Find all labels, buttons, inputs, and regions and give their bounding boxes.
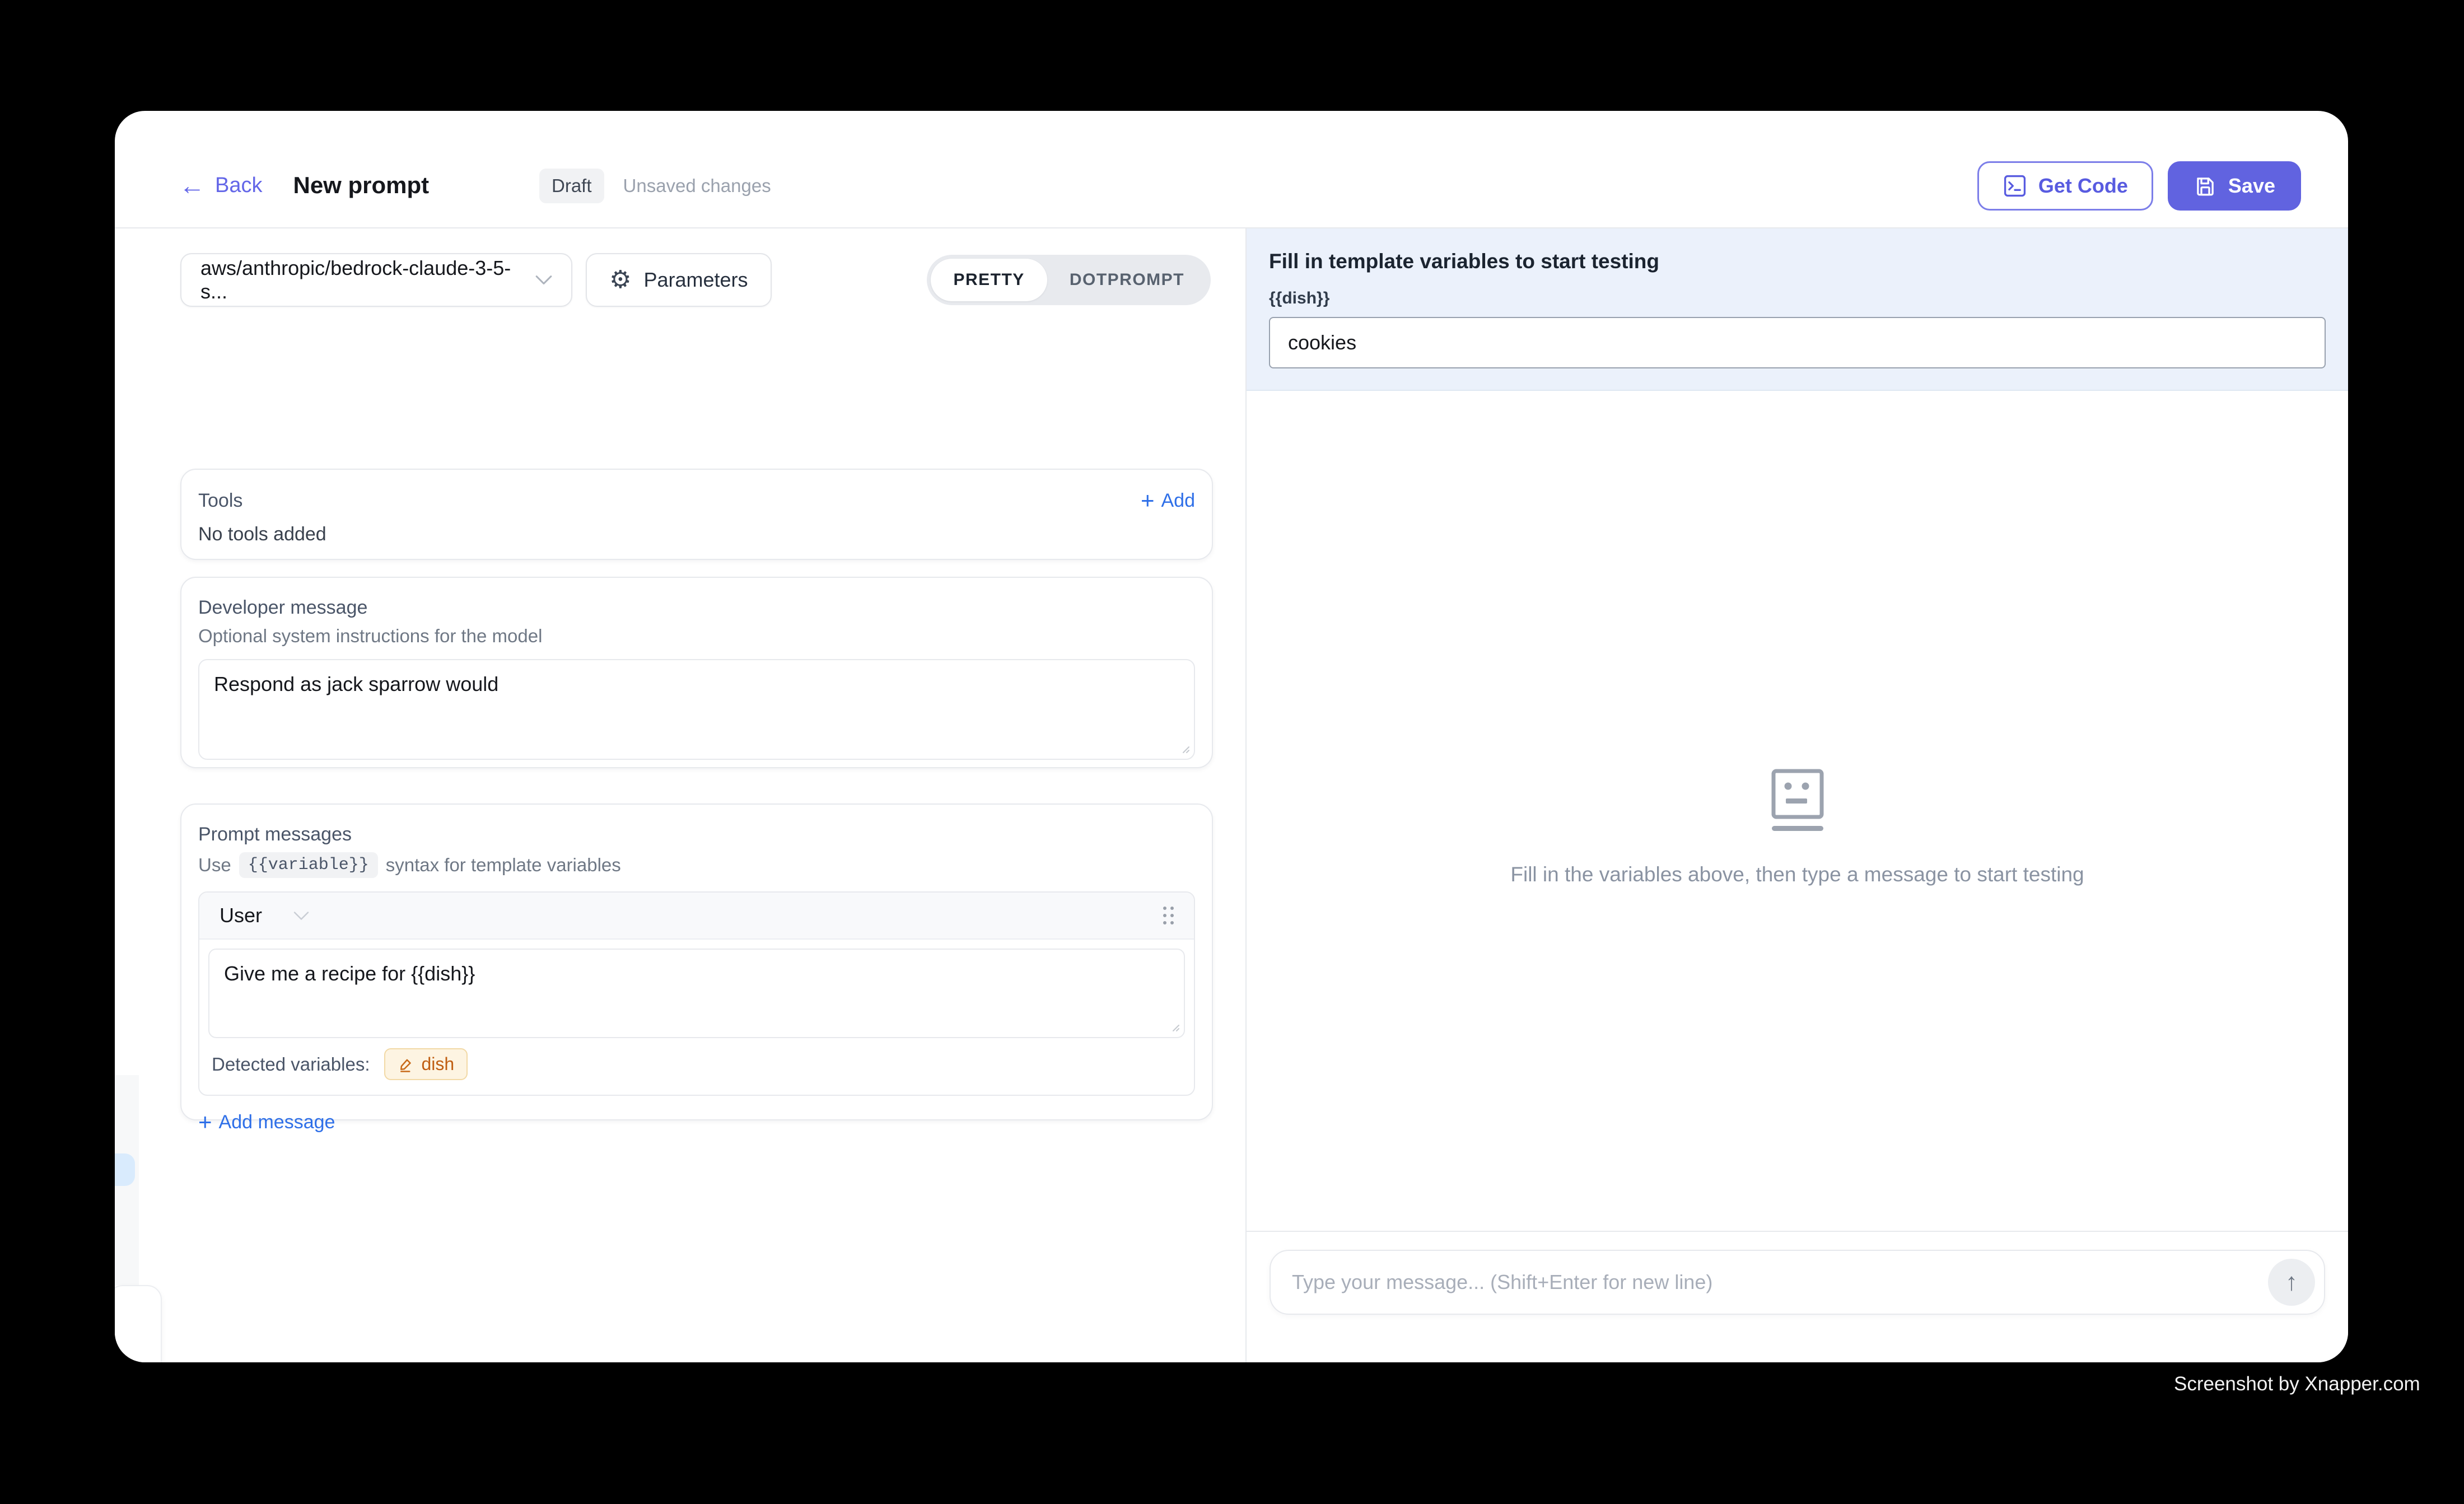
chat-divider <box>1247 1231 2348 1232</box>
variables-banner-title: Fill in template variables to start test… <box>1269 250 2326 273</box>
chevron-down-icon <box>293 911 309 921</box>
up-arrow-icon: ↑ <box>2285 1268 2298 1296</box>
drag-handle-icon[interactable] <box>1163 907 1174 924</box>
empty-state: Fill in the variables above, then type a… <box>1247 769 2348 886</box>
save-icon <box>2194 174 2217 198</box>
variables-banner: Fill in template variables to start test… <box>1247 228 2348 391</box>
prompt-messages-title: Prompt messages <box>198 824 1195 846</box>
role-selector[interactable]: User <box>220 904 309 927</box>
robot-face-icon <box>1771 769 1824 833</box>
clipped-highlight-chip <box>115 1153 135 1186</box>
variable-syntax-chip: {{variable}} <box>239 852 378 878</box>
add-message-button[interactable]: + Add message <box>198 1110 1195 1134</box>
prompt-editor-pane: aws/anthropic/bedrock-claude-3-5-s... ⚙ … <box>115 228 1245 1362</box>
developer-message-textarea[interactable]: Respond as jack sparrow would <box>198 659 1195 760</box>
subtitle-prefix: Use <box>198 854 231 876</box>
back-label: Back <box>215 174 262 198</box>
save-button[interactable]: Save <box>2168 161 2301 211</box>
back-arrow-icon: ← <box>179 172 205 198</box>
get-code-button[interactable]: Get Code <box>1977 161 2153 211</box>
parameters-label: Parameters <box>643 268 748 292</box>
save-label: Save <box>2228 174 2275 198</box>
detected-variables-row: Detected variables: dish <box>199 1038 1194 1095</box>
plus-icon: + <box>198 1110 212 1134</box>
tools-empty-text: No tools added <box>198 524 1195 545</box>
add-tool-label: Add <box>1161 490 1196 512</box>
developer-message-card: Developer message Optional system instru… <box>180 577 1213 768</box>
add-message-label: Add message <box>219 1111 335 1133</box>
model-selector[interactable]: aws/anthropic/bedrock-claude-3-5-s... <box>180 253 572 307</box>
tools-title: Tools <box>198 490 242 512</box>
chevron-down-icon <box>535 275 552 285</box>
message-textarea[interactable]: Give me a recipe for {{dish}} <box>208 949 1185 1038</box>
parameters-button[interactable]: ⚙ Parameters <box>586 253 772 307</box>
back-button[interactable]: ← Back <box>179 172 262 198</box>
detected-variables-label: Detected variables: <box>212 1054 370 1075</box>
variable-chip-label: dish <box>421 1054 454 1075</box>
developer-message-subtitle: Optional system instructions for the mod… <box>198 625 1195 647</box>
gear-icon: ⚙ <box>609 268 631 292</box>
variable-value-input[interactable] <box>1269 317 2326 368</box>
variable-name-label: {{dish}} <box>1269 289 2326 308</box>
get-code-label: Get Code <box>2038 174 2128 198</box>
message-header: User <box>199 893 1194 940</box>
header: ← Back New prompt Draft Unsaved changes … <box>115 111 2348 228</box>
page-title: New prompt <box>293 172 429 199</box>
prompt-messages-subtitle: Use {{variable}} syntax for template var… <box>198 852 1195 878</box>
unsaved-changes-text: Unsaved changes <box>623 175 771 197</box>
clipped-popover-card <box>115 1285 162 1362</box>
terminal-icon <box>2003 174 2027 198</box>
empty-state-text: Fill in the variables above, then type a… <box>1510 863 2084 886</box>
developer-message-title: Developer message <box>198 597 1195 619</box>
model-selector-value: aws/anthropic/bedrock-claude-3-5-s... <box>200 256 535 303</box>
status-badge: Draft <box>539 169 604 203</box>
app-window: ← Back New prompt Draft Unsaved changes … <box>115 111 2348 1362</box>
send-button[interactable]: ↑ <box>2268 1259 2315 1306</box>
header-actions: Get Code Save <box>1977 143 2301 228</box>
toggle-dotprompt[interactable]: DOTPROMPT <box>1047 259 1207 301</box>
model-toolbar: aws/anthropic/bedrock-claude-3-5-s... ⚙ … <box>180 253 772 307</box>
message-block: User Give me a recipe for {{dish}} <box>198 891 1195 1096</box>
chat-message-input[interactable] <box>1292 1271 2268 1294</box>
status-group: Draft Unsaved changes <box>539 143 771 228</box>
tools-card: Tools + Add No tools added <box>180 469 1213 560</box>
add-tool-button[interactable]: + Add <box>1141 489 1195 512</box>
variable-chip-dish[interactable]: dish <box>384 1048 468 1080</box>
plus-icon: + <box>1141 489 1155 512</box>
test-pane: Fill in template variables to start test… <box>1245 228 2348 1362</box>
prompt-messages-card: Prompt messages Use {{variable}} syntax … <box>180 804 1213 1120</box>
watermark-text: Screenshot by Xnapper.com <box>2174 1373 2420 1395</box>
toggle-pretty[interactable]: PRETTY <box>931 259 1047 301</box>
chat-input-bar: ↑ <box>1270 1250 2325 1315</box>
view-mode-toggle: PRETTY DOTPROMPT <box>927 255 1211 305</box>
role-label: User <box>220 904 262 927</box>
pencil-icon <box>398 1056 414 1073</box>
subtitle-suffix: syntax for template variables <box>386 854 621 876</box>
